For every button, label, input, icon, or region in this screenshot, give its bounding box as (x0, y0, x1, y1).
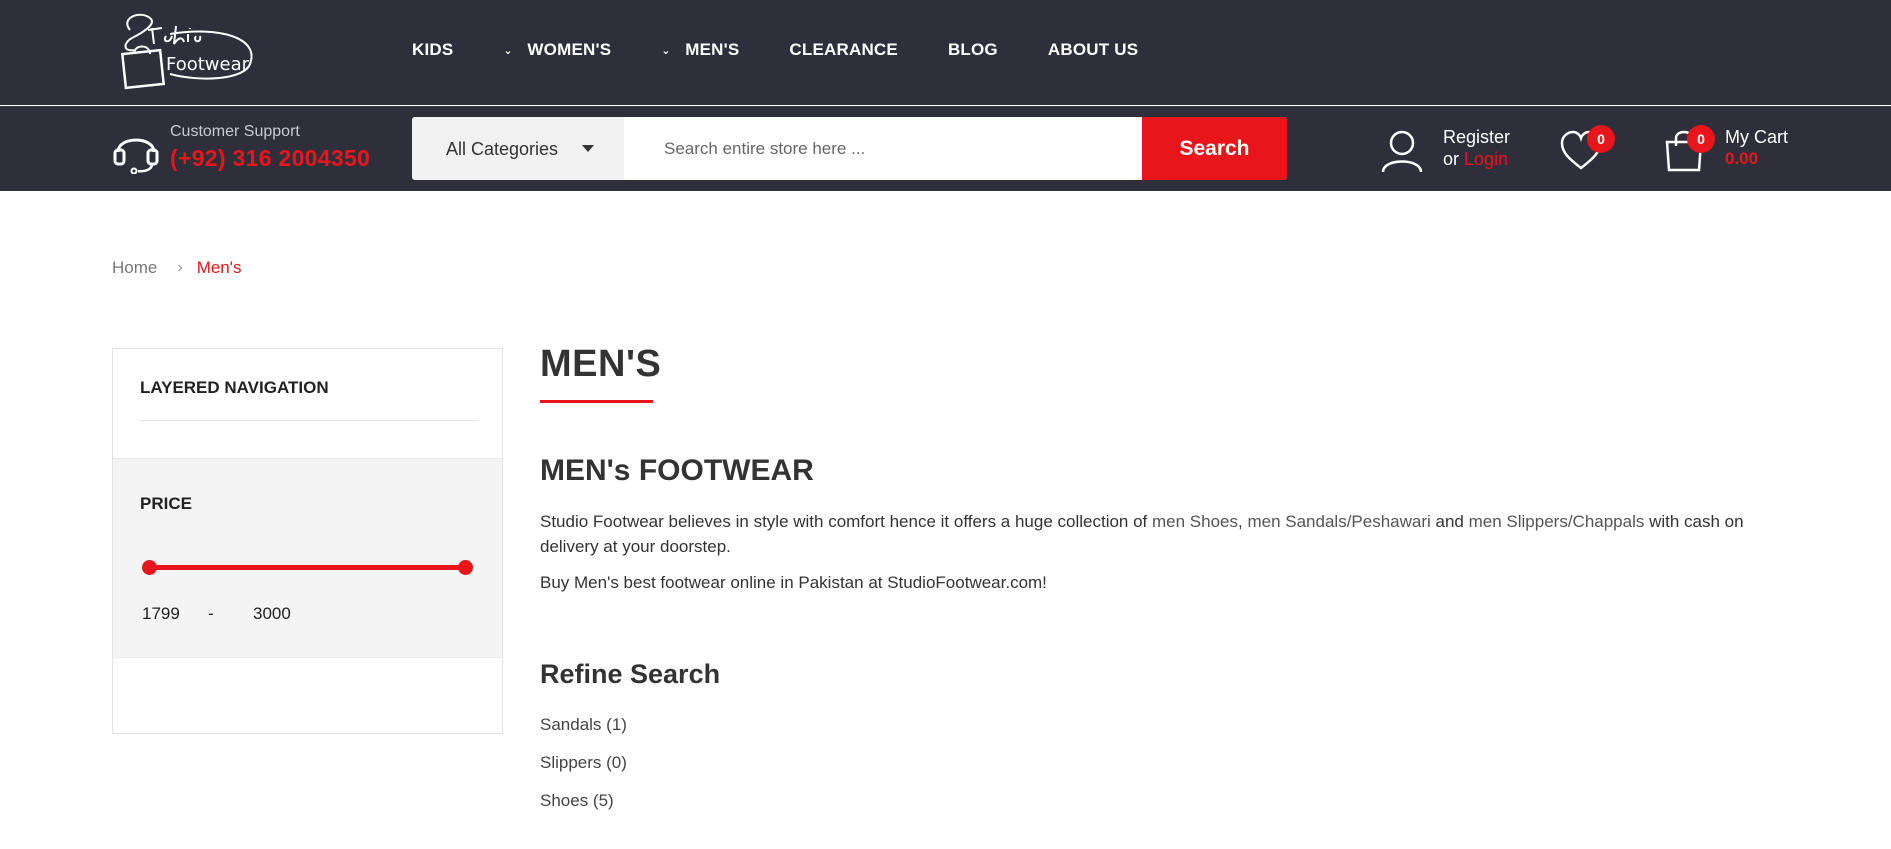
price-slider-max-handle[interactable] (458, 560, 473, 575)
refine-item-shoes[interactable]: Shoes (5) (540, 791, 627, 829)
nav-label: CLEARANCE (789, 40, 898, 59)
price-slider-min-handle[interactable] (142, 560, 157, 575)
price-filter-title: PRICE (140, 494, 192, 513)
search-bar: All Categories Search (412, 117, 1287, 180)
link-men-sandals[interactable]: men Sandals/Peshawari (1247, 512, 1430, 531)
category-select[interactable]: All Categories (412, 117, 624, 180)
register-link[interactable]: Register (1443, 126, 1510, 148)
link-men-slippers[interactable]: men Slippers/Chappals (1469, 512, 1645, 531)
nav-label: MEN'S (685, 40, 740, 59)
breadcrumb-separator-icon: › (177, 259, 183, 276)
user-icon[interactable] (1380, 128, 1424, 174)
mini-cart[interactable]: My Cart 0.00 (1725, 126, 1788, 170)
breadcrumb-current: Men's (196, 258, 242, 277)
login-line: or Login (1443, 148, 1510, 170)
refine-item-slippers[interactable]: Slippers (0) (540, 753, 627, 791)
description-text: Studio Footwear believes in style with c… (540, 512, 1153, 531)
category-description: Studio Footwear believes in style with c… (540, 509, 1780, 559)
nav-item-kids[interactable]: KIDS (412, 40, 453, 60)
price-filter: PRICE 1799 - 3000 (113, 458, 502, 658)
price-max-value: 3000 (253, 604, 291, 623)
main-navigation: KIDS ⌄ WOMEN'S ⌄ MEN'S CLEARANCE BLOG ABOU… (412, 40, 1188, 60)
search-input[interactable] (624, 117, 1142, 180)
or-text: or (1443, 149, 1460, 169)
page-title: MEN'S (540, 343, 662, 385)
link-men-shoes[interactable]: men Shoes (1152, 512, 1238, 531)
nav-label: WOMEN'S (527, 40, 612, 59)
chevron-down-icon: ⌄ (661, 44, 671, 57)
price-slider-range (149, 565, 465, 570)
price-min-value: 1799 (142, 604, 180, 623)
title-underline (540, 400, 653, 403)
nav-item-about-us[interactable]: ABOUT US (1048, 40, 1138, 60)
nav-item-blog[interactable]: BLOG (948, 40, 998, 60)
logo-graphic (120, 13, 253, 90)
caret-down-icon (582, 145, 594, 152)
category-description-secondary: Buy Men's best footwear online in Pakist… (540, 573, 1047, 592)
chevron-down-icon: ⌄ (503, 44, 513, 57)
refine-item-sandals[interactable]: Sandals (1) (540, 715, 627, 753)
description-and: and (1430, 512, 1469, 531)
category-select-value: All Categories (446, 139, 559, 159)
layered-navigation-sidebar: LAYERED NAVIGATION PRICE 1799 - 3000 (112, 348, 503, 734)
studio-footwear-logo[interactable]: Footwear (110, 8, 260, 90)
cart-amount: 0.00 (1725, 149, 1759, 168)
search-button[interactable]: Search (1142, 117, 1287, 180)
breadcrumb-home[interactable]: Home (112, 258, 157, 278)
nav-item-womens[interactable]: ⌄ WOMEN'S (503, 40, 611, 60)
nav-label: ABOUT US (1047, 40, 1139, 59)
support-phone[interactable]: (+92) 316 2004350 (170, 145, 370, 172)
wishlist-count-badge: 0 (1587, 125, 1615, 153)
cart-label: My Cart (1725, 127, 1788, 147)
nav-item-mens[interactable]: ⌄ MEN'S (661, 40, 739, 60)
category-heading: MEN's FOOTWEAR (540, 454, 814, 487)
logo-word: Footwear (166, 54, 250, 75)
nav-label: KIDS (412, 40, 454, 59)
sidebar-divider (140, 420, 477, 421)
nav-label: BLOG (947, 40, 998, 59)
refine-search-title: Refine Search (540, 659, 721, 689)
cart-count-badge: 0 (1687, 125, 1715, 153)
support-label: Customer Support (170, 123, 300, 140)
headset-icon (113, 138, 159, 174)
nav-item-clearance[interactable]: CLEARANCE (789, 40, 898, 60)
price-range-dash: - (208, 604, 214, 623)
refine-search-list: Sandals (1) Slippers (0) Shoes (5) (540, 715, 627, 829)
account-links: Register or Login (1443, 126, 1510, 170)
login-link[interactable]: Login (1464, 149, 1508, 169)
sidebar-title: LAYERED NAVIGATION (140, 378, 329, 397)
breadcrumb: Home › Men's (112, 258, 242, 278)
